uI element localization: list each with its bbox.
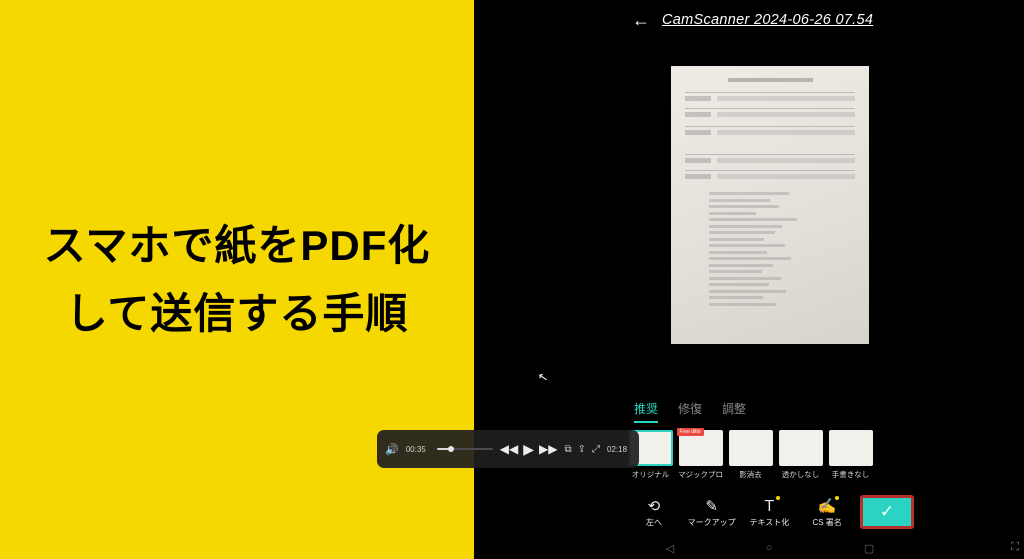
- ocr-button[interactable]: Ｔ テキスト化: [742, 497, 798, 528]
- filter-label: オリジナル: [628, 469, 674, 480]
- rotate-left-button[interactable]: ⟲ 左へ: [626, 497, 682, 528]
- pip-icon[interactable]: ⧉: [564, 444, 571, 455]
- document-preview-area[interactable]: [620, 40, 920, 390]
- filter-tabs: 推奨 修復 調整: [620, 390, 920, 425]
- filter-label: 影消去: [728, 469, 774, 480]
- video-player-controls: 🔊 00:35 ◀◀ ▶ ▶▶ ⧉ ⇪ ⤢ 02:18: [377, 430, 639, 468]
- forward-icon[interactable]: ▶▶: [539, 442, 557, 456]
- tab-adjust[interactable]: 調整: [722, 396, 746, 423]
- play-icon[interactable]: ▶: [523, 441, 534, 458]
- filter-handwriting-none[interactable]: 手書きなし: [828, 430, 873, 480]
- rewind-icon[interactable]: ◀◀: [500, 442, 518, 456]
- bottom-toolbar: ⟲ 左へ ✎ マークアップ Ｔ テキスト化 ✍ CS 署名 ✓: [620, 487, 920, 537]
- filter-shadow-remove[interactable]: 影消去: [728, 430, 773, 480]
- confirm-button[interactable]: ✓: [860, 495, 914, 529]
- title-panel: スマホで紙をPDF化 して送信する手順: [0, 0, 474, 559]
- markup-button[interactable]: ✎ マークアップ: [684, 497, 740, 528]
- check-icon: ✓: [880, 502, 894, 522]
- rotate-left-icon: ⟲: [648, 497, 661, 515]
- app-header: ← CamScanner 2024-06-26 07.54: [620, 0, 920, 40]
- phone-preview-panel: ← CamScanner 2024-06-26 07.54: [474, 0, 1024, 559]
- scanned-document: [671, 66, 869, 344]
- fullscreen-icon[interactable]: ⛶: [1011, 541, 1019, 554]
- title-line-1: スマホで紙をPDF化: [44, 212, 431, 279]
- back-icon[interactable]: ←: [632, 10, 650, 31]
- duration-time: 02:18: [607, 445, 631, 454]
- share-icon[interactable]: ⇪: [578, 444, 586, 455]
- document-title[interactable]: CamScanner 2024-06-26 07.54: [662, 12, 873, 28]
- android-nav-bar: ◁ ○ ▢: [620, 537, 920, 559]
- text-icon: Ｔ: [762, 497, 777, 515]
- free-badge: Free ditto: [677, 428, 704, 436]
- progress-knob[interactable]: [448, 446, 454, 452]
- nav-home-icon[interactable]: ○: [766, 542, 773, 554]
- filter-watermark-none[interactable]: 透かしなし: [778, 430, 823, 480]
- filter-label: 透かしなし: [778, 469, 824, 480]
- nav-back-icon[interactable]: ◁: [666, 542, 674, 555]
- filter-magic-pro[interactable]: Free ditto マジックプロ: [678, 430, 723, 480]
- title-line-2: して送信する手順: [66, 280, 409, 347]
- signature-icon: ✍: [818, 497, 837, 515]
- tab-repair[interactable]: 修復: [678, 396, 702, 423]
- pencil-icon: ✎: [705, 497, 718, 515]
- filter-label: マジックプロ: [678, 469, 724, 480]
- filter-thumbnails: オリジナル Free ditto マジックプロ 影消去 透かしなし 手書きなし: [620, 425, 920, 487]
- current-time: 00:35: [406, 445, 430, 454]
- signature-button[interactable]: ✍ CS 署名: [799, 497, 855, 528]
- expand-icon[interactable]: ⤢: [592, 444, 600, 455]
- nav-recent-icon[interactable]: ▢: [864, 542, 874, 555]
- mouse-cursor-icon: ↖: [537, 369, 549, 385]
- progress-bar[interactable]: [437, 448, 493, 450]
- filter-label: 手書きなし: [828, 469, 874, 480]
- tab-recommended[interactable]: 推奨: [634, 396, 658, 423]
- volume-icon[interactable]: 🔊: [385, 443, 399, 456]
- phone-screen: ← CamScanner 2024-06-26 07.54: [620, 0, 920, 559]
